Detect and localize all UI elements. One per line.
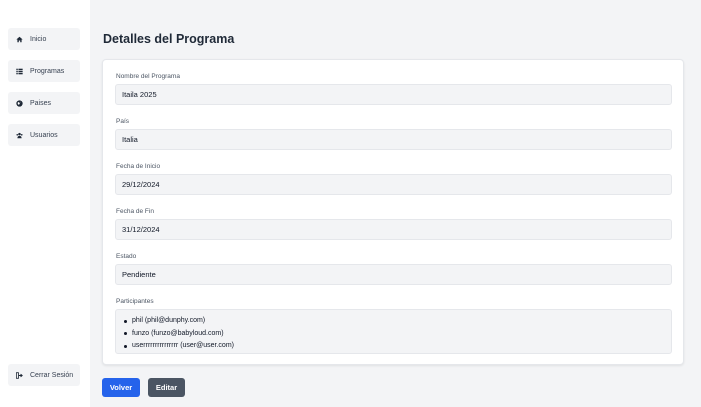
main-content: Detalles del Programa Nombre del Program… [90,0,701,407]
program-details-card: Nombre del Programa Itaila 2025 País Ita… [102,59,684,365]
estado-label: Estado [116,253,137,260]
sidebar: Inicio Programas Paises Usuarios Cerrar … [0,0,90,407]
list-item: userrrrrrrrrrrrrrr (user@user.com) [122,340,671,353]
participant-text: phil (phil@dunphy.com) [132,317,206,324]
home-icon [14,34,24,44]
fecha-fin-label: Fecha de Fin [116,208,154,215]
sidebar-item-paises[interactable]: Paises [8,92,80,114]
globe-icon [14,98,24,108]
list-item: phil (phil@dunphy.com) [122,315,671,328]
pais-field: Italia [115,129,672,150]
nombre-label: Nombre del Programa [116,73,180,80]
list-icon [14,66,24,76]
list-item: funzo (funzo@babyloud.com) [122,328,671,341]
logout-button[interactable]: Cerrar Sesión [8,364,80,386]
sidebar-item-inicio[interactable]: Inicio [8,28,80,50]
users-icon [14,130,24,140]
sidebar-item-label: Programas [30,67,65,75]
logout-label: Cerrar Sesión [30,371,74,379]
sidebar-item-usuarios[interactable]: Usuarios [8,124,80,146]
participant-text: userrrrrrrrrrrrrrr (user@user.com) [132,342,234,349]
participantes-label: Participantes [116,298,154,305]
sidebar-item-label: Paises [30,99,52,107]
estado-field: Pendiente [115,264,672,285]
nombre-field: Itaila 2025 [115,84,672,105]
sidebar-item-label: Inicio [30,35,47,43]
participant-text: funzo (funzo@babyloud.com) [132,329,224,337]
fecha-inicio-field: 29/12/2024 [115,174,672,195]
sidebar-item-label: Usuarios [30,131,58,139]
edit-button[interactable]: Editar [148,378,185,397]
sidebar-item-programas[interactable]: Programas [8,60,80,82]
back-button[interactable]: Volver [102,378,140,397]
fecha-inicio-label: Fecha de Inicio [116,163,161,170]
pais-label: País [116,118,130,125]
logout-icon [14,370,24,380]
page-title: Detalles del Programa [103,32,235,46]
participantes-list: phil (phil@dunphy.com) funzo (funzo@baby… [115,309,672,354]
fecha-fin-field: 31/12/2024 [115,219,672,240]
